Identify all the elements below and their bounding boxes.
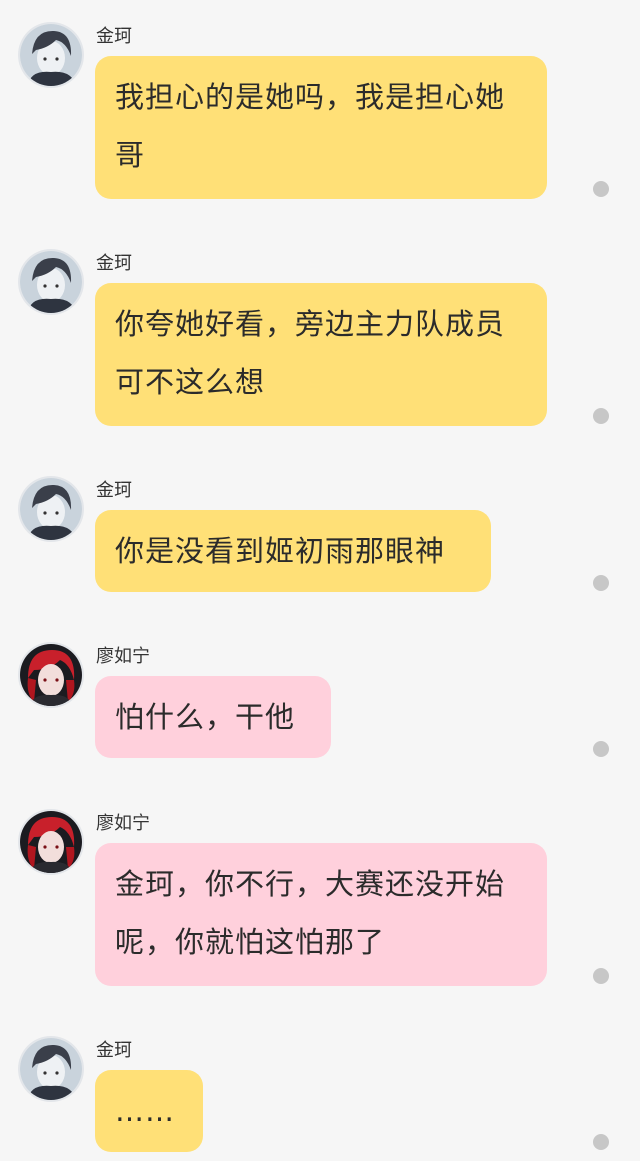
message-bubble[interactable]: …… [95,1070,203,1152]
male-portrait-avatar [20,478,82,540]
status-dot [593,1134,609,1150]
sender-name: 金珂 [96,26,132,47]
message-bubble[interactable]: 你是没看到姬初雨那眼神 [95,510,491,592]
sender-name: 金珂 [96,253,132,274]
male-portrait-avatar [20,251,82,313]
message-bubble[interactable]: 金珂，你不行，大赛还没开始呢，你就怕这怕那了 [95,843,547,986]
sender-name: 廖如宁 [96,813,150,834]
sender-name: 金珂 [96,1040,132,1061]
sender-name: 廖如宁 [96,646,150,667]
male-portrait-avatar [20,24,82,86]
status-dot [593,408,609,424]
avatar[interactable] [20,644,82,706]
message-bubble[interactable]: 我担心的是她吗，我是担心她哥 [95,56,547,199]
status-dot [593,575,609,591]
male-portrait-avatar [20,1038,82,1100]
avatar[interactable] [20,811,82,873]
sender-name: 金珂 [96,480,132,501]
avatar[interactable] [20,251,82,313]
avatar[interactable] [20,478,82,540]
status-dot [593,741,609,757]
red-hair-portrait-avatar [20,644,82,706]
status-dot [593,181,609,197]
avatar[interactable] [20,24,82,86]
avatar[interactable] [20,1038,82,1100]
message-bubble[interactable]: 怕什么，干他 [95,676,331,758]
message-bubble[interactable]: 你夸她好看，旁边主力队成员可不这么想 [95,283,547,426]
status-dot [593,968,609,984]
red-hair-portrait-avatar [20,811,82,873]
